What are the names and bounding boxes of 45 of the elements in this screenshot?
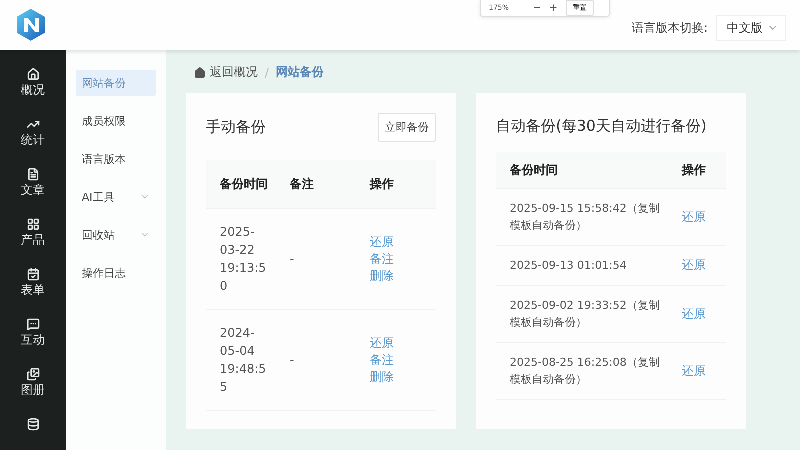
nav-item[interactable]: 概况: [21, 68, 45, 99]
submenu-item[interactable]: 回收站: [76, 222, 156, 248]
chat-icon: [26, 318, 40, 331]
table-cell: -: [276, 310, 356, 410]
home-icon: [26, 68, 40, 81]
document-icon: [26, 168, 40, 181]
submenu-item[interactable]: 操作日志: [76, 260, 156, 286]
column-header: 备份时间: [206, 160, 276, 208]
nav-item[interactable]: 产品: [21, 218, 45, 249]
submenu-item[interactable]: AI工具: [76, 184, 156, 210]
nav-item[interactable]: 互动: [21, 318, 45, 349]
database-icon: [26, 418, 40, 431]
language-label: 语言版本切换:: [632, 20, 708, 36]
card-title: 手动备份: [206, 117, 266, 138]
column-header: 备注: [276, 160, 356, 208]
nav-item[interactable]: 图册: [21, 368, 45, 399]
language-select[interactable]: 中文版: [716, 15, 786, 41]
table-cell: 2025-08-25 16:25:08（复制模板自动备份）: [496, 342, 668, 400]
column-header: 备份时间: [496, 152, 668, 188]
table-cell: 2025-03-22 19:13:50: [206, 208, 276, 310]
breadcrumb-separator: /: [265, 66, 270, 80]
table-cell: 2025-09-15 15:58:42（复制模板自动备份）: [496, 188, 668, 246]
chart-icon: [26, 118, 40, 131]
grid-icon: [26, 218, 40, 231]
table-cell: 2025-09-02 19:33:52（复制模板自动备份）: [496, 286, 668, 342]
breadcrumb-current: 网站备份: [276, 64, 324, 81]
logo-icon: [14, 8, 48, 42]
card-title: 自动备份(每30天自动进行备份): [496, 116, 707, 137]
table-cell: -: [276, 208, 356, 310]
zoom-out-button[interactable]: −: [533, 2, 542, 14]
nav-item[interactable]: 文章: [21, 168, 45, 199]
home-icon: [194, 66, 206, 78]
images-icon: [26, 368, 40, 381]
backup-now-button[interactable]: 立即备份: [378, 113, 436, 142]
zoom-in-button[interactable]: +: [549, 2, 558, 14]
column-header: 操作: [668, 152, 726, 188]
column-header: 操作: [356, 160, 436, 208]
table-cell: 2025-09-13 01:01:54: [496, 246, 668, 286]
calendar-icon: [26, 268, 40, 281]
back-link[interactable]: 返回概况: [194, 64, 258, 81]
submenu-item[interactable]: 语言版本: [76, 146, 156, 172]
submenu-item[interactable]: 成员权限: [76, 108, 156, 134]
nav-item[interactable]: 统计: [21, 118, 45, 149]
table-cell: 2024-05-04 19:48:55: [206, 310, 276, 410]
nav-item[interactable]: 表单: [21, 268, 45, 299]
